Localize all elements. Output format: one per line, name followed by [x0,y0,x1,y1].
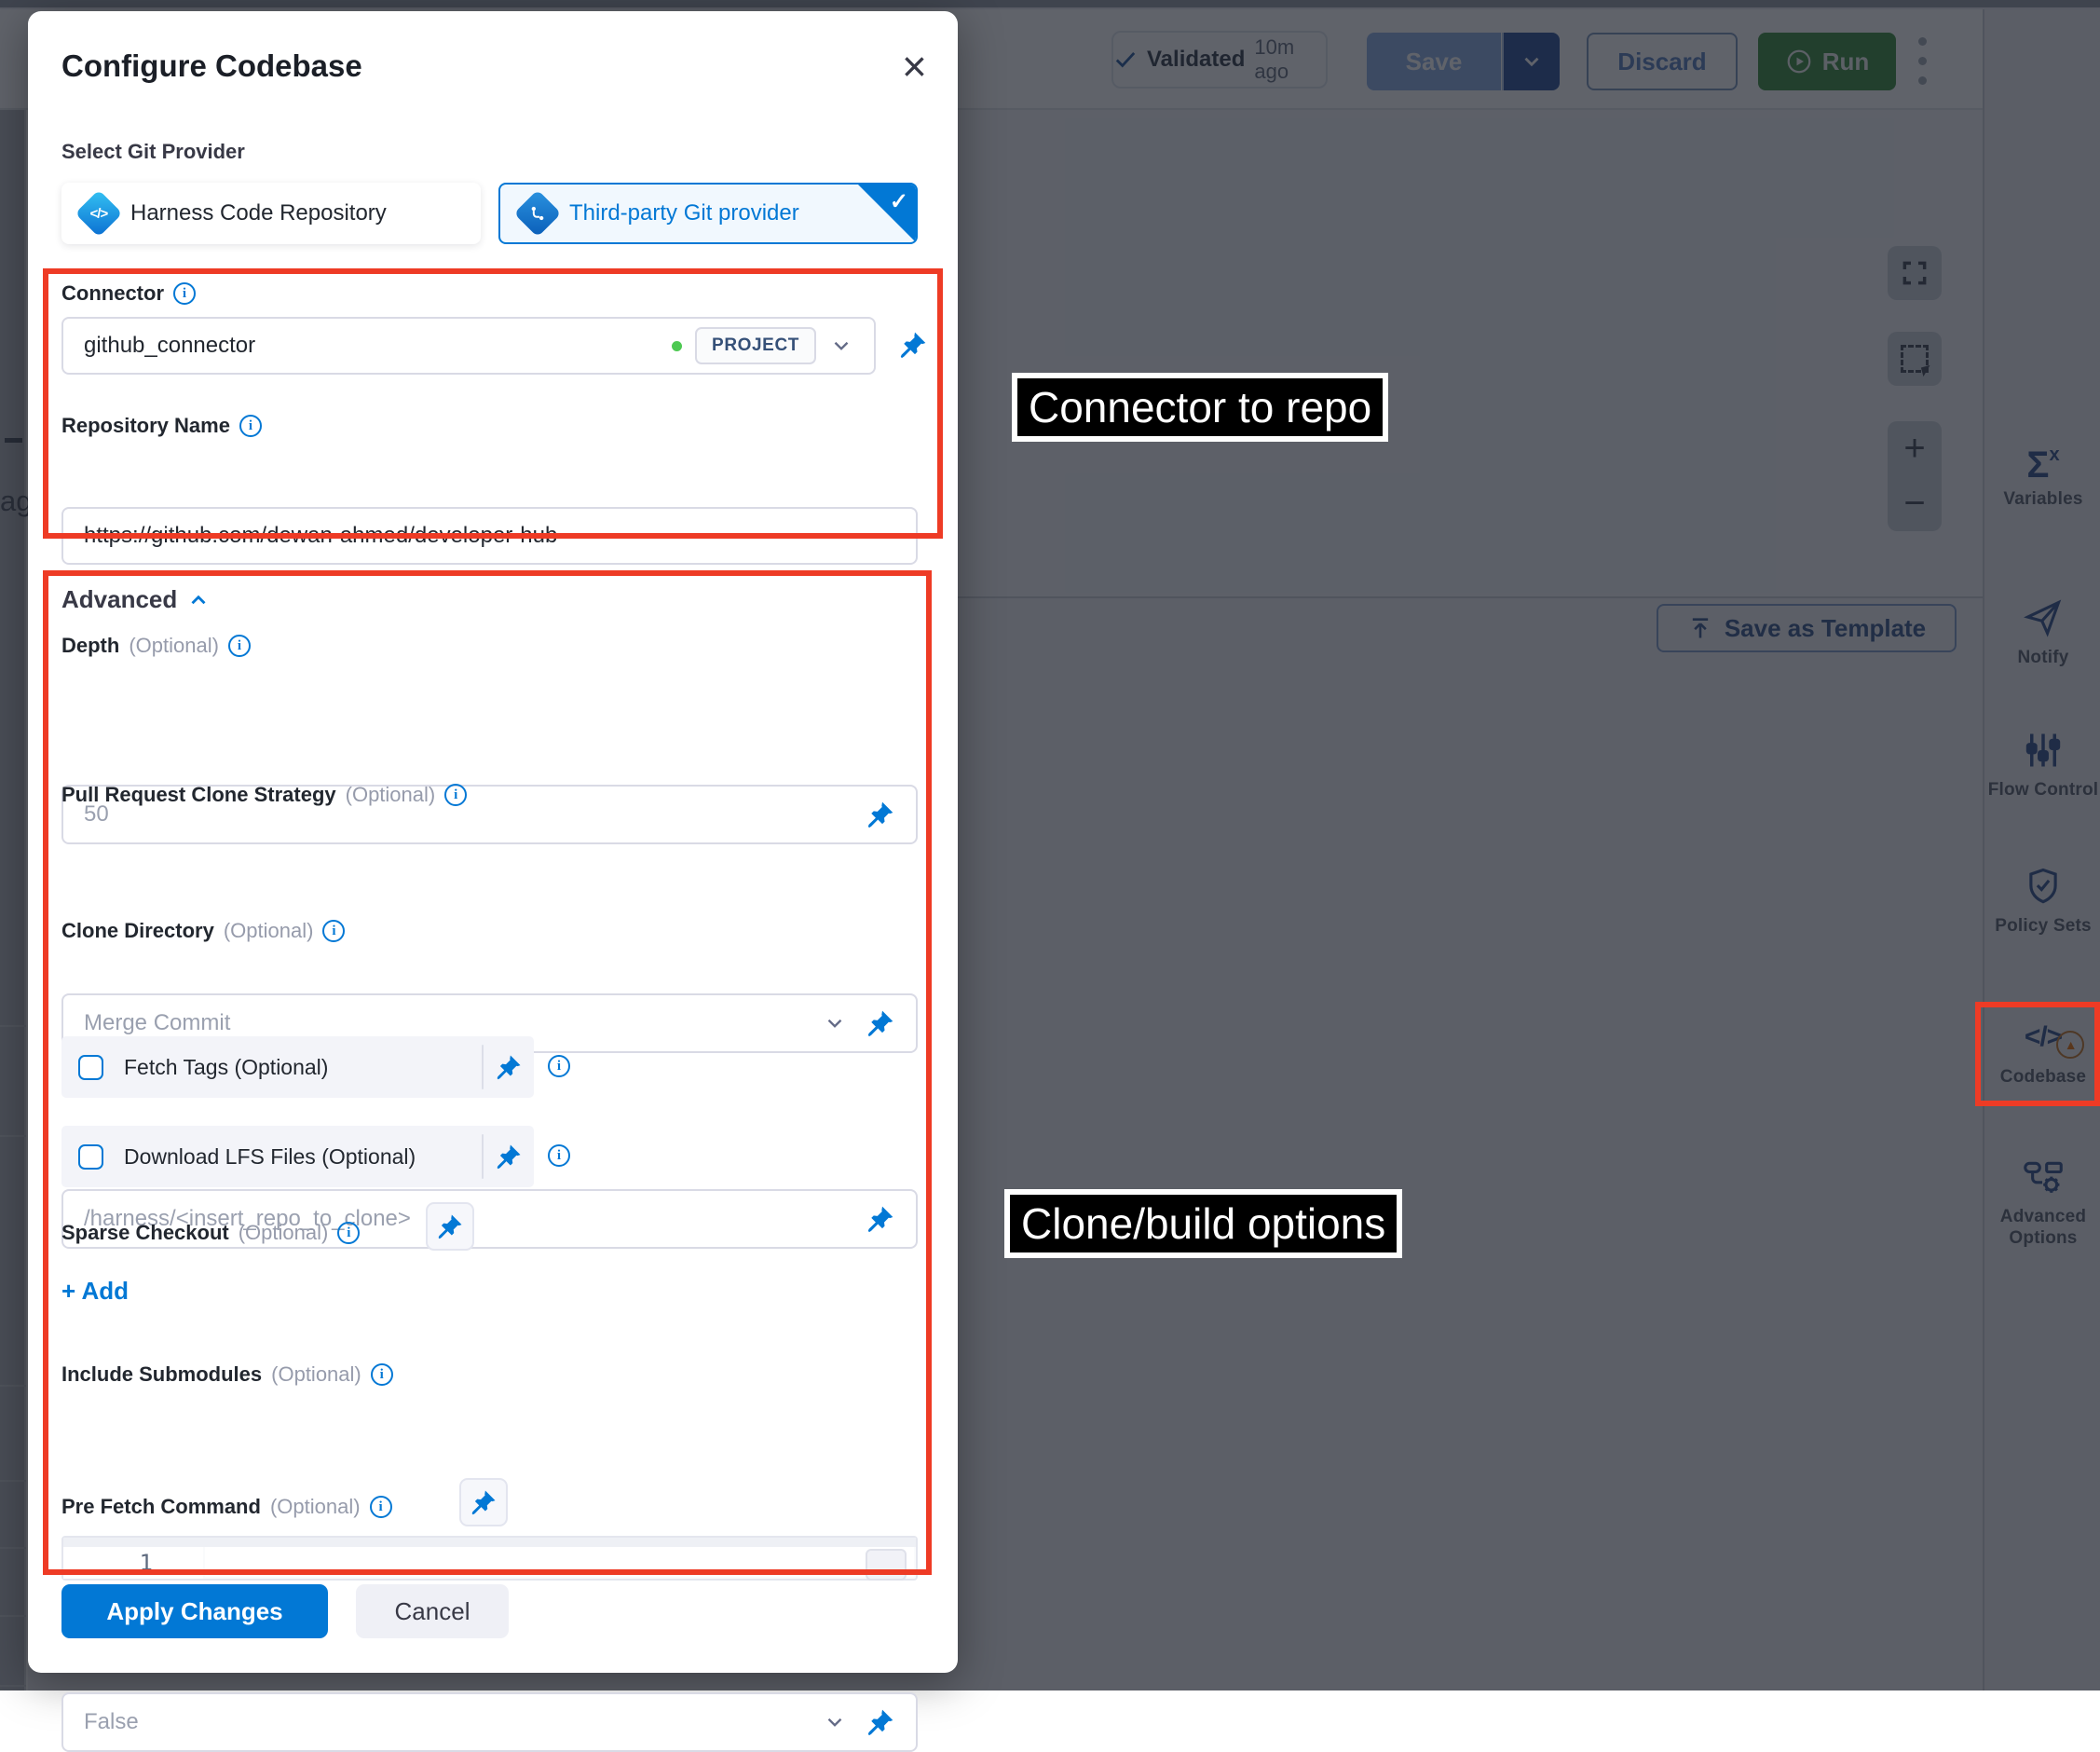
pin-icon[interactable] [866,1707,895,1737]
git-provider-label: Select Git Provider [61,140,245,164]
annotation-box-advanced [43,570,932,1575]
apply-changes-button[interactable]: Apply Changes [61,1584,328,1638]
chevron-down-icon[interactable] [823,1710,847,1734]
close-icon[interactable]: × [902,45,927,88]
provider-option-thirdparty[interactable]: Third-party Git provider ✓ [498,183,918,244]
selected-check-icon: ✓ [858,185,916,242]
annotation-label-clone: Clone/build options [1004,1189,1402,1258]
git-icon [514,190,562,238]
harness-code-icon: </> [75,190,123,238]
annotation-box-connector [43,268,943,539]
provider-option-harness[interactable]: </> Harness Code Repository [61,183,481,244]
annotation-label-connector: Connector to repo [1012,373,1388,442]
include-submodules-select[interactable]: False [61,1692,918,1752]
annotation-box-codebase [1975,1002,2100,1106]
include-submodules-value: False [84,1709,139,1735]
provider-label: Harness Code Repository [130,200,387,226]
provider-label: Third-party Git provider [569,200,799,226]
modal-title: Configure Codebase [61,48,362,84]
cancel-button[interactable]: Cancel [356,1584,509,1638]
